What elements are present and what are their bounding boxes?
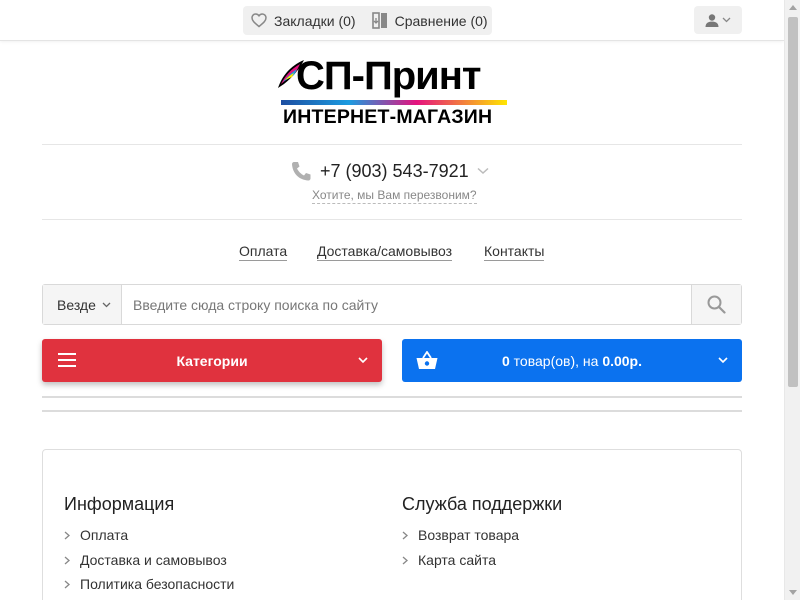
- compare-icon: [371, 12, 387, 29]
- cart-count: 0: [501, 352, 510, 369]
- search-scope-select[interactable]: Везде: [43, 285, 122, 324]
- support-column: Служба поддержки Возврат товара Карта са…: [402, 493, 562, 576]
- chevron-right-icon: [64, 556, 70, 564]
- nav-link-delivery[interactable]: Доставка/самовывоз: [317, 243, 453, 261]
- search-bar: Везде: [42, 284, 742, 325]
- chevron-right-icon: [64, 531, 70, 540]
- info-heading: Информация: [64, 494, 175, 514]
- info-link-delivery[interactable]: Доставка и самовывоз: [64, 552, 234, 569]
- phone-number: +7 (903) 543-7921: [320, 160, 469, 181]
- info-link-payment[interactable]: Оплата: [64, 527, 234, 544]
- info-column: Информация Оплата Доставка и самовывоз П…: [64, 493, 234, 600]
- phone-icon: [292, 162, 311, 181]
- categories-button[interactable]: Категории: [42, 339, 382, 382]
- divider: [42, 144, 742, 145]
- nav-link-payment[interactable]: Оплата: [239, 243, 288, 261]
- support-link-label: Карта сайта: [418, 551, 496, 568]
- cart-summary-text: товар(ов), на: [509, 352, 603, 369]
- categories-label: Категории: [176, 352, 248, 369]
- info-link-label: Доставка и самовывоз: [80, 551, 227, 568]
- phone-dropdown[interactable]: +7 (903) 543-7921: [290, 158, 489, 184]
- chevron-right-icon: [64, 580, 70, 589]
- chevron-down-icon: [358, 357, 368, 364]
- chevron-right-icon: [402, 556, 408, 564]
- nav-link-contacts[interactable]: Контакты: [484, 243, 545, 261]
- search-scope-label: Везде: [57, 296, 96, 313]
- cart-total: 0.00р.: [602, 352, 643, 369]
- footer-links-card: Информация Оплата Доставка и самовывоз П…: [42, 449, 742, 600]
- page-scrollbar[interactable]: [784, 0, 800, 600]
- top-bar: Закладки (0) Сравнение (0): [0, 0, 784, 41]
- logo-title: СП-Принт: [296, 54, 481, 98]
- compare-link[interactable]: Сравнение (0): [371, 12, 488, 29]
- compare-label: Сравнение (0): [394, 12, 488, 29]
- scroll-up-arrow-icon[interactable]: [789, 5, 797, 10]
- divider: [42, 219, 742, 220]
- search-icon: [707, 295, 726, 314]
- logo-subtitle: ИНТЕРНЕТ-МАГАЗИН: [283, 106, 493, 128]
- bookmarks-label: Закладки (0): [274, 12, 356, 29]
- info-link-label: Политика безопасности: [80, 576, 235, 592]
- heart-icon: [251, 13, 267, 28]
- divider: [42, 396, 742, 398]
- cart-button[interactable]: 0 товар(ов), на 0.00р.: [402, 339, 742, 382]
- account-button[interactable]: [694, 6, 742, 34]
- support-link-sitemap[interactable]: Карта сайта: [402, 552, 562, 569]
- search-input[interactable]: [122, 285, 691, 324]
- user-icon: [705, 13, 719, 27]
- info-link-privacy[interactable]: Политика безопасности: [64, 576, 234, 593]
- support-link-label: Возврат товара: [418, 527, 520, 543]
- chevron-down-icon: [477, 167, 489, 175]
- scroll-down-arrow-icon[interactable]: [789, 590, 797, 595]
- bookmarks-link[interactable]: Закладки (0): [251, 13, 356, 29]
- chevron-down-icon: [718, 357, 728, 364]
- top-links: Закладки (0) Сравнение (0): [243, 6, 492, 35]
- cart-summary: 0 товар(ов), на 0.00р.: [402, 353, 742, 369]
- support-link-returns[interactable]: Возврат товара: [402, 527, 562, 544]
- chevron-right-icon: [402, 531, 408, 540]
- search-button[interactable]: [691, 285, 741, 324]
- callback-link[interactable]: Хотите, мы Вам перезвоним?: [312, 188, 477, 204]
- support-heading: Служба поддержки: [402, 494, 563, 514]
- chevron-down-icon: [722, 17, 731, 23]
- scroll-thumb[interactable]: [788, 17, 798, 387]
- site-logo[interactable]: СП-Принт ИНТЕРНЕТ-МАГАЗИН: [276, 54, 510, 132]
- chevron-down-icon: [102, 302, 111, 307]
- info-link-label: Оплата: [80, 527, 129, 543]
- divider: [42, 410, 742, 412]
